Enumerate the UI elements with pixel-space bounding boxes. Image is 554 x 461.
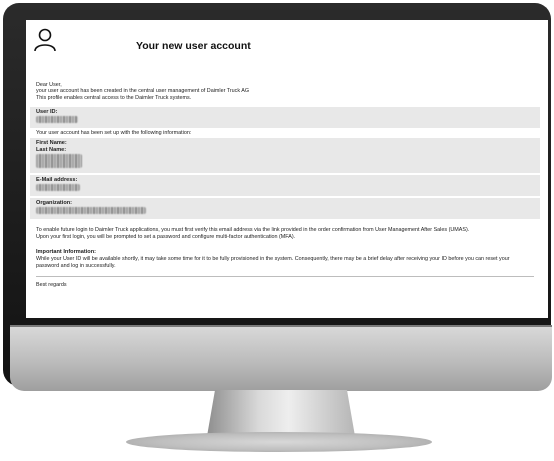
important-section: Important Information: While your User I… — [36, 249, 534, 270]
email-address-label: E-Mail address: — [36, 177, 78, 184]
monitor-stand-base — [126, 432, 432, 452]
monitor-chin — [10, 325, 552, 391]
user-id-redacted — [36, 116, 78, 124]
last-name-label: Last Name: — [36, 147, 67, 154]
login-instructions: To enable future login to Daimler Truck … — [36, 227, 534, 241]
user-id-label: User ID: — [36, 109, 58, 116]
name-redacted — [36, 154, 82, 169]
email-intro: Dear User, your user account has been cr… — [36, 82, 534, 101]
email-header: Your new user account — [30, 20, 540, 62]
verify-email-text: To enable future login to Daimler Truck … — [36, 227, 470, 234]
email-title: Your new user account — [136, 40, 251, 52]
user-id-section: User ID: — [30, 107, 540, 129]
intro-line-2: This profile enables central access to t… — [36, 94, 192, 101]
organization-redacted — [36, 207, 146, 215]
divider — [36, 276, 534, 278]
important-text: While your User ID will be available sho… — [36, 256, 510, 270]
organization-section: Organization: — [30, 198, 540, 220]
first-login-text: Upon your first login, you will be promp… — [36, 234, 296, 241]
name-section: First Name: Last Name: — [30, 138, 540, 174]
important-label: Important Information: — [36, 249, 96, 256]
setup-text: Your user account has been set up with t… — [36, 130, 192, 137]
email-document: Your new user account Dear User, your us… — [30, 20, 540, 288]
monitor-screen: Your new user account Dear User, your us… — [26, 20, 548, 318]
first-name-label: First Name: — [36, 140, 67, 147]
email-address-redacted — [36, 184, 80, 192]
user-icon — [34, 28, 56, 52]
email-address-section: E-Mail address: — [30, 175, 540, 197]
regards-text: Best regards — [36, 282, 67, 289]
organization-label: Organization: — [36, 200, 73, 207]
